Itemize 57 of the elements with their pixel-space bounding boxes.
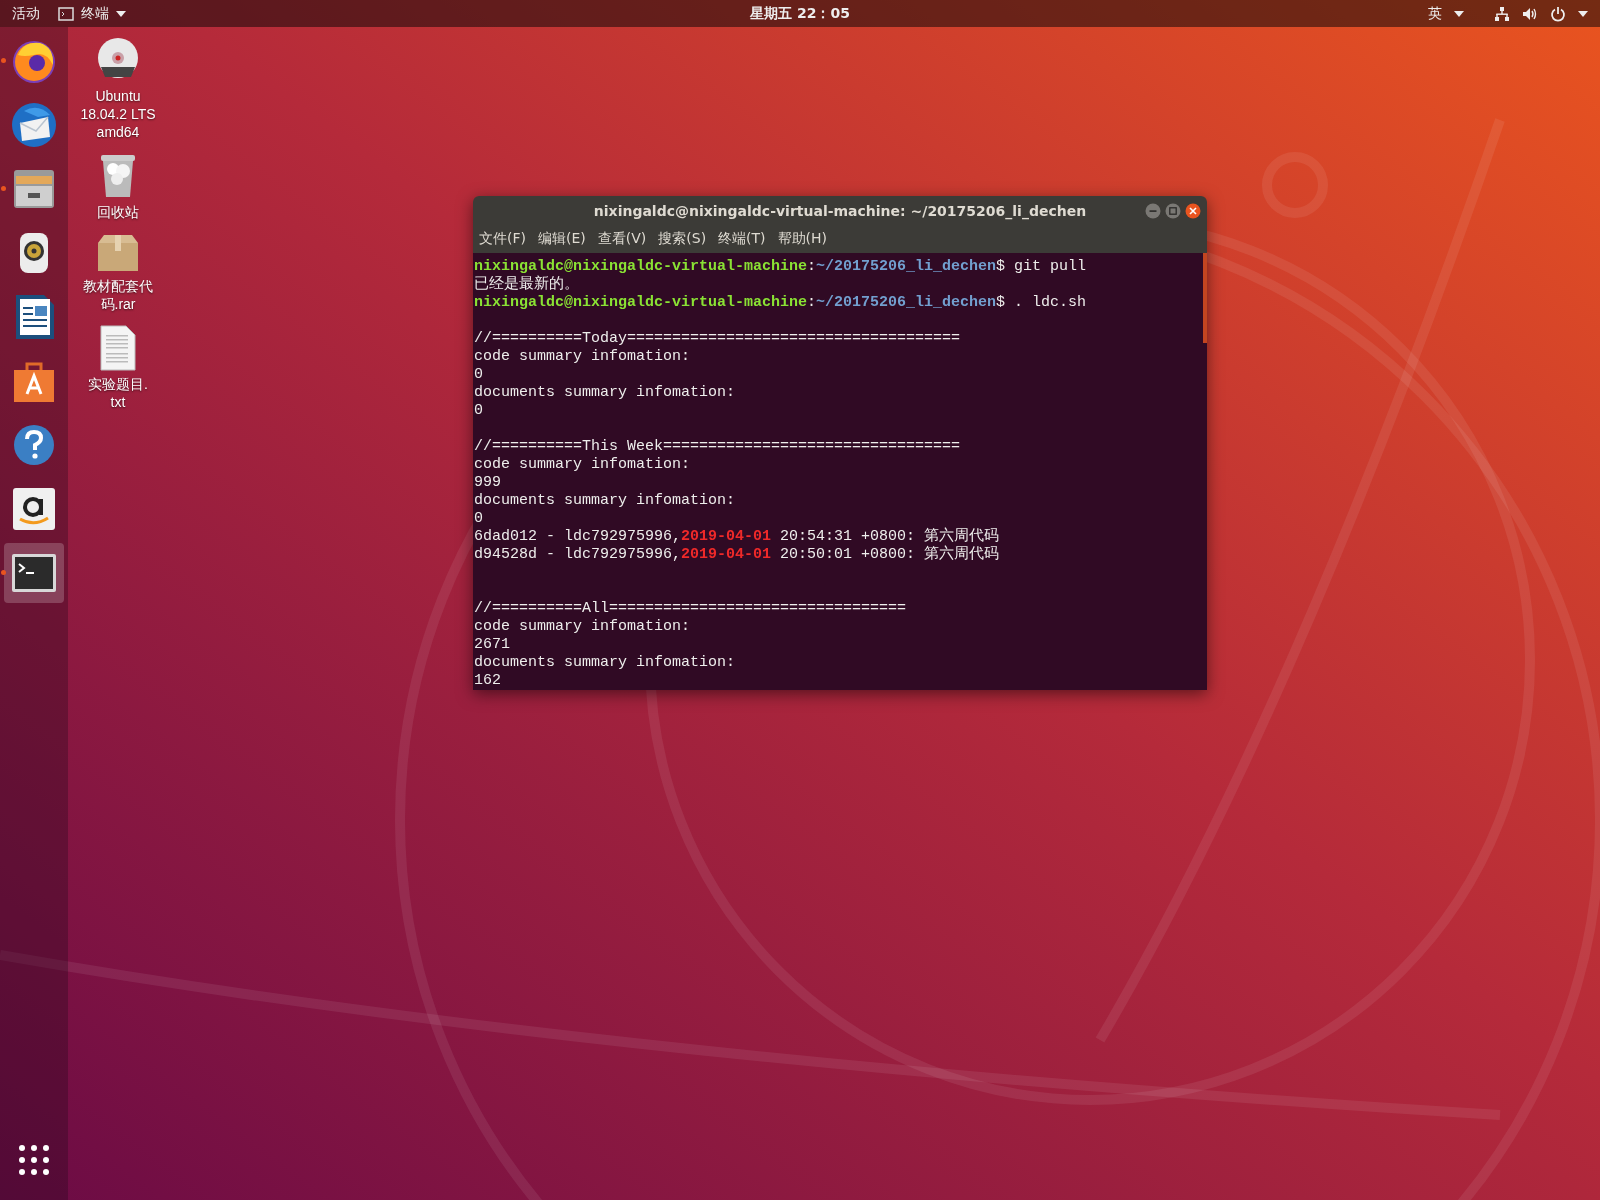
minimize-button[interactable] [1145, 203, 1161, 219]
terminal-line: 999 [474, 474, 501, 492]
desktop-icon[interactable]: 回收站 [72, 153, 164, 221]
bird-envelope-icon [10, 101, 58, 149]
desktop-icon-label: 教材配套代码.rar [82, 277, 154, 313]
power-icon[interactable] [1550, 5, 1566, 22]
input-method-indicator[interactable]: 英 [1428, 4, 1442, 23]
terminal-line: 162 [474, 672, 501, 690]
desktop-icon-label: Ubuntu 18.04.2 LTS amd64 [80, 87, 156, 141]
terminal-line: 0 [474, 366, 483, 384]
desktop-icon[interactable]: 教材配套代码.rar [72, 233, 164, 313]
dock-item[interactable] [4, 543, 64, 603]
terminal-line: documents summary infomation: [474, 384, 736, 402]
caret-icon [116, 10, 126, 17]
box-icon [96, 233, 140, 273]
menu-item[interactable]: 帮助(H) [777, 230, 828, 249]
terminal-line: d94528d - ldc792975996,2019-04-01 20:50:01 +0800: 第六周代码 [474, 546, 1000, 564]
terminal-line: 0 [474, 402, 483, 420]
text-file-icon [100, 325, 136, 371]
terminal-line: 已经是最新的。 [474, 276, 579, 294]
desktop-icon-label: 回收站 [97, 203, 139, 221]
menu-item[interactable]: 终端(T) [718, 230, 766, 249]
terminal-line: documents summary infomation: [474, 492, 736, 510]
app-menu-label: 终端 [81, 4, 109, 23]
trash-icon [98, 153, 138, 199]
terminal-line: //==========All================================= [474, 600, 907, 618]
close-button[interactable] [1185, 203, 1201, 219]
terminal-line: nixingaldc@nixingaldc-virtual-machine:~/20175206_li_dechen$ . ldc.sh [474, 294, 1087, 312]
help-icon [12, 423, 56, 467]
network-icon[interactable] [1494, 5, 1510, 22]
desktop-icon[interactable]: 实验题目. txt [72, 325, 164, 411]
terminal-line: documents summary infomation: [474, 654, 736, 672]
app-menu[interactable]: 终端 [58, 4, 126, 23]
caret-icon [1578, 10, 1588, 17]
terminal-line: 0 [474, 510, 483, 528]
terminal-line: code summary infomation: [474, 456, 691, 474]
caret-icon [1454, 10, 1464, 17]
menu-item[interactable]: 文件(F) [479, 230, 526, 249]
terminal-icon [11, 553, 57, 593]
clock[interactable]: 星期五 22：05 [750, 4, 850, 23]
desktop-icon[interactable]: Ubuntu 18.04.2 LTS amd64 [72, 37, 164, 141]
terminal-line: code summary infomation: [474, 618, 691, 636]
terminal-line: nixingaldc@nixingaldc-virtual-machine:~/20175206_li_dechen$ git pull [474, 258, 1087, 275]
window-title: nixingaldc@nixingaldc-virtual-machine: ~/20175206_li_dechen [593, 202, 1087, 219]
terminal-line: 2671 [474, 636, 510, 654]
app-grid-icon [19, 1145, 49, 1175]
menu-item[interactable]: 编辑(E) [538, 230, 586, 249]
terminal-line: //==========Today===================================== [474, 330, 961, 348]
menu-item[interactable]: 查看(V) [597, 230, 647, 249]
terminal-line: 6dad012 - ldc792975996,2019-04-01 20:54:31 +0800: 第六周代码 [474, 528, 1000, 545]
menu-item[interactable]: 搜索(S) [658, 230, 707, 249]
activities-button[interactable]: 活动 [12, 4, 40, 23]
terminal-line: //==========This Week================================= [474, 438, 961, 456]
scrollbar[interactable] [1203, 253, 1207, 343]
terminal-icon [58, 6, 74, 21]
desktop-icon-label: 实验题目. txt [88, 375, 148, 411]
terminal-line: code summary infomation: [474, 348, 691, 366]
